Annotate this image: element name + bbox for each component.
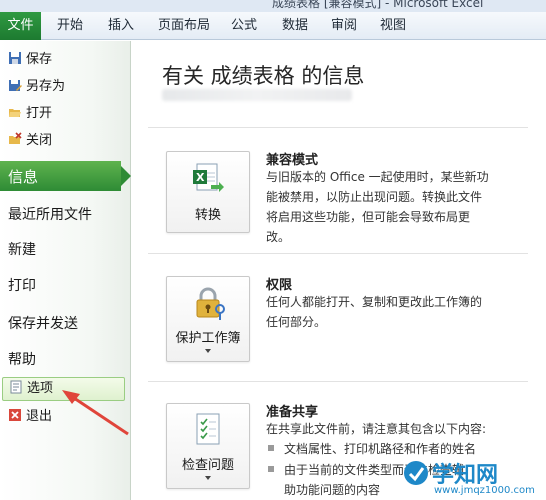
close-file-icon [9, 132, 22, 144]
backstage-nav: 保存 另存为 打开 关闭 信息 最近所用文件 新建 打印 保存并发送 帮助 选项… [0, 41, 131, 500]
divider [148, 127, 528, 128]
permissions-title: 权限 [266, 278, 293, 293]
options-label: 选项 [27, 381, 54, 396]
protect-workbook-label: 保护工作簿 [175, 331, 241, 346]
protect-workbook-button[interactable]: 保护工作簿 [166, 276, 250, 362]
watermark-logo-icon [404, 461, 428, 485]
save-as-command[interactable]: 另存为 [8, 76, 65, 98]
tab-file[interactable]: 文件 [0, 12, 41, 40]
tab-data[interactable]: 数据 [282, 12, 308, 40]
tab-formulas[interactable]: 公式 [231, 12, 257, 40]
nav-print[interactable]: 打印 [8, 275, 36, 295]
nav-save-and-send[interactable]: 保存并发送 [8, 313, 78, 333]
options-command[interactable]: 选项 [2, 377, 125, 401]
tab-home[interactable]: 开始 [57, 12, 83, 40]
nav-new[interactable]: 新建 [8, 239, 36, 259]
check-document-icon [196, 413, 220, 445]
tab-page-layout[interactable]: 页面布局 [158, 12, 210, 40]
save-as-icon [9, 80, 22, 91]
exit-label: 退出 [26, 409, 53, 424]
chevron-down-icon [205, 349, 211, 353]
prepare-sharing-title: 准备共享 [266, 405, 319, 420]
tab-review[interactable]: 审阅 [331, 12, 357, 40]
chevron-down-icon [205, 476, 211, 480]
tab-view[interactable]: 视图 [380, 12, 406, 40]
nav-info[interactable]: 信息 [0, 161, 131, 191]
bullet-icon [268, 445, 274, 451]
exit-icon [9, 409, 21, 421]
compat-mode-title: 兼容模式 [266, 153, 319, 168]
close-label: 关闭 [26, 133, 53, 148]
compat-mode-description: 与旧版本的 Office 一起使用时，某些新功 能被禁用，以防止出现问题。转换此… [266, 170, 489, 244]
page-title: 有关 成绩表格 的信息 [162, 64, 365, 88]
info-panel: 有关 成绩表格 的信息 X 转换 兼容模式 与旧版本的 Office 一起使用时… [132, 41, 546, 500]
lock-key-icon [196, 287, 225, 320]
divider [148, 381, 528, 382]
nav-recent-files[interactable]: 最近所用文件 [8, 204, 92, 224]
open-folder-icon [9, 109, 21, 117]
list-item: 助功能问题的内容 [284, 483, 381, 497]
window-title: 成绩表格 [兼容模式] - Microsoft Excel [272, 0, 484, 10]
divider [148, 253, 528, 254]
window-titlebar: 成绩表格 [兼容模式] - Microsoft Excel [0, 0, 546, 12]
prepare-sharing-description: 在共享此文件前，请注意其包含以下内容: [266, 422, 487, 436]
convert-excel-icon: X [193, 163, 224, 192]
convert-button[interactable]: X 转换 [166, 151, 250, 233]
watermark-url: www.jmqz1000.com [434, 485, 535, 496]
check-for-issues-label: 检查问题 [181, 458, 234, 473]
convert-label: 转换 [194, 208, 221, 223]
save-icon [9, 52, 21, 64]
save-command[interactable]: 保存 [8, 49, 52, 71]
file-path-redacted [162, 89, 352, 101]
tab-insert[interactable]: 插入 [108, 12, 134, 40]
nav-info-label: 信息 [8, 168, 39, 186]
open-command[interactable]: 打开 [8, 103, 52, 125]
nav-help[interactable]: 帮助 [8, 349, 36, 369]
exit-command[interactable]: 退出 [8, 406, 52, 428]
options-icon [10, 380, 22, 394]
close-command[interactable]: 关闭 [8, 130, 52, 152]
save-as-label: 另存为 [26, 79, 66, 94]
check-for-issues-button[interactable]: 检查问题 [166, 403, 250, 489]
svg-text:X: X [196, 171, 205, 184]
save-label: 保存 [26, 52, 53, 67]
bullet-icon [268, 466, 274, 472]
ribbon-tab-bar: 文件 开始 插入 页面布局 公式 数据 审阅 视图 [0, 12, 546, 40]
permissions-description: 任何人都能打开、复制和更改此工作簿的 任何部分。 [266, 295, 483, 329]
watermark: 学知网 www.jmqz1000.com [398, 455, 546, 500]
open-label: 打开 [26, 106, 53, 121]
